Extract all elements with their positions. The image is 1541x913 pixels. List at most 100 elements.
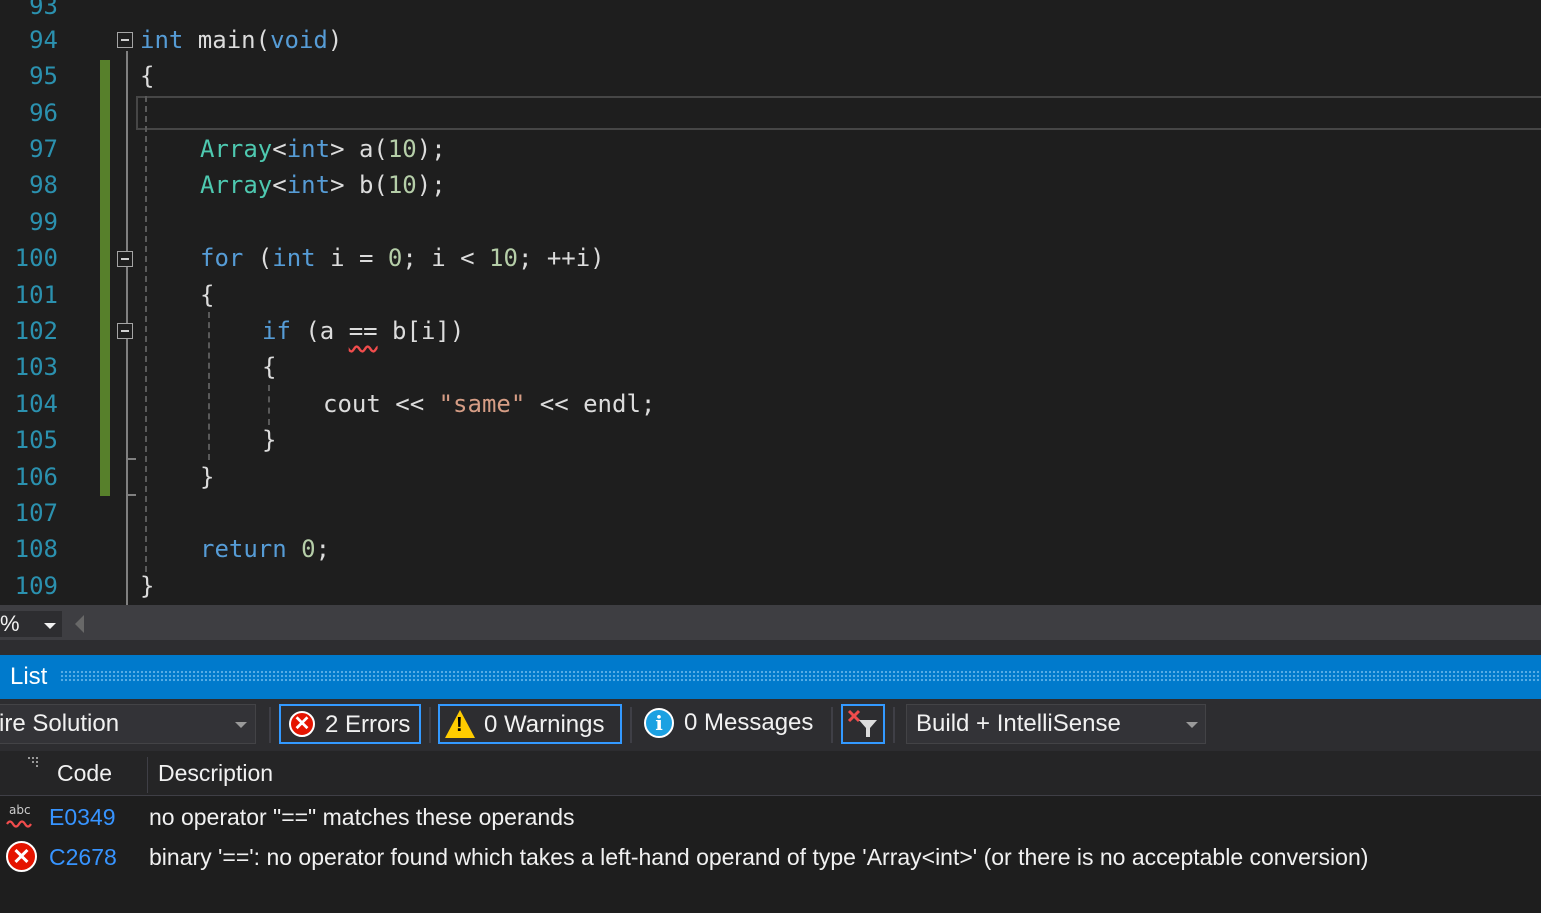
filter-button[interactable] [841,704,885,744]
messages-filter-button[interactable]: i 0 Messages [641,704,825,744]
zoom-value: % [0,611,20,636]
error-list-toolbar: ire Solution ✕ 2 Errors ! 0 Warnings i 0… [0,699,1541,751]
code-text: } [262,426,277,454]
outline-end-tick [126,458,136,460]
line-number: 106 [14,463,58,491]
collapse-main-icon[interactable] [117,32,133,48]
column-header-description[interactable]: Description [158,751,273,795]
errors-filter-button[interactable]: ✕ 2 Errors [279,704,421,744]
column-header-code[interactable]: Code [57,751,112,795]
line-number: 105 [14,426,58,454]
collapse-for-icon[interactable] [117,251,133,267]
table-row[interactable]: ✕ C2678 binary '==': no operator found w… [0,837,1541,877]
code-text: main( [183,26,271,54]
code-text: ; i < [402,244,490,272]
code-text: ( [243,244,273,272]
warnings-filter-button[interactable]: ! 0 Warnings [438,704,622,744]
line-number: 95 [29,62,58,90]
code-line-101[interactable]: { [200,277,214,313]
current-line-highlight [136,96,1541,130]
drag-grip[interactable] [60,670,1541,682]
keyword: return [200,535,287,563]
line-number: 108 [14,535,58,563]
column-options-icon[interactable] [28,757,44,771]
line-number: 103 [14,353,58,381]
code-line-102[interactable]: if (a == b[i]) [262,313,464,349]
code-text: > b( [330,171,388,199]
toolbar-separator [429,707,431,743]
column-separator[interactable] [147,757,148,793]
type-name: Array [200,135,273,163]
zoom-dropdown[interactable]: % [0,611,62,637]
scroll-left-icon[interactable] [75,615,84,633]
info-icon: i [644,708,674,738]
error-list-rows: abc E0349 no operator "==" matches these… [0,796,1541,913]
type-name: Array [200,171,273,199]
line-number: 104 [14,390,58,418]
chevron-down-icon [1186,722,1198,728]
svg-text:abc: abc [9,803,31,817]
error-squiggle[interactable]: == [349,317,378,345]
source-filter-value: Build + IntelliSense [916,710,1121,737]
code-text: ); [416,171,446,199]
toolbar-separator [893,707,895,743]
code-line-100[interactable]: for (int i = 0; i < 10; ++i) [200,240,605,276]
source-filter-dropdown[interactable]: Build + IntelliSense [906,704,1206,744]
line-number: 96 [29,99,58,127]
keyword: void [270,26,328,54]
code-line-95[interactable]: { [140,58,154,94]
code-line-106[interactable]: } [200,459,214,495]
filter-errors-icon [847,709,877,737]
code-editor[interactable]: 93 94 95 96 97 98 99 100 101 102 103 104… [0,0,1541,605]
code-text: cout << [323,390,439,418]
code-line-109[interactable]: } [140,568,154,604]
code-line-94[interactable]: int main(void) [140,22,342,58]
collapse-if-icon[interactable] [117,323,133,339]
line-number: 107 [14,499,58,527]
line-number: 93 [29,0,58,20]
code-text: { [140,62,155,90]
chevron-down-icon [235,722,247,728]
number-literal: 0 [387,244,403,272]
table-row[interactable]: abc E0349 no operator "==" matches these… [0,797,1541,837]
string-literal: "same" [438,390,526,418]
number-literal: 10 [387,171,417,199]
panel-title: List [10,663,48,690]
error-icon: ✕ [289,711,315,737]
code-text: b[i]) [377,317,465,345]
keyword: int [272,244,316,272]
code-line-98[interactable]: Array<int> b(10); [200,167,446,203]
line-number: 109 [14,572,58,600]
code-text: } [200,463,215,491]
error-description: no operator "==" matches these operands [149,804,575,830]
indent-guide [208,312,210,460]
code-line-108[interactable]: return 0; [200,531,330,567]
code-line-104[interactable]: cout << "same" << endl; [323,386,655,422]
code-text: << endl; [525,390,656,418]
code-text: ; ++i) [517,244,605,272]
scope-dropdown[interactable]: ire Solution [0,704,256,744]
change-tracking-bar [100,60,110,496]
outline-end-tick [126,494,136,496]
editor-status-bar: % [0,605,1541,640]
error-list-title-bar[interactable]: List [0,655,1541,699]
error-code[interactable]: C2678 [49,837,117,877]
toolbar-separator [831,707,833,743]
code-line-97[interactable]: Array<int> a(10); [200,131,446,167]
code-line-105[interactable]: } [262,422,276,458]
warnings-count: 0 Warnings [484,711,605,738]
line-number: 102 [14,317,58,345]
code-line-103[interactable]: { [262,349,276,385]
line-number: 100 [14,244,58,272]
code-text: < [272,135,287,163]
error-code[interactable]: E0349 [49,797,116,837]
keyword: int [140,26,184,54]
warning-mark: ! [456,714,463,736]
error-list-header: Code Description [0,751,1541,796]
line-number: 101 [14,281,58,309]
panel-splitter[interactable] [0,640,1541,655]
line-number: 98 [29,171,58,199]
toolbar-separator [269,707,271,743]
code-text: i = [315,244,388,272]
